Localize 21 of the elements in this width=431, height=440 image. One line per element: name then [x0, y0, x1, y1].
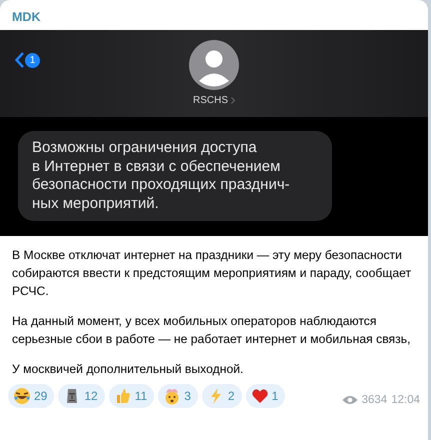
reaction-button[interactable]: 1	[246, 384, 286, 408]
reaction-button[interactable]: 29	[8, 384, 54, 408]
reaction-button[interactable]: 3	[158, 384, 198, 408]
post-time: 12:04	[391, 394, 420, 406]
channel-title[interactable]: MDK	[0, 0, 428, 30]
reaction-button[interactable]: 12	[58, 384, 105, 408]
message-bubble: Возможны ограничения доступа в Интернет в связи с обеспечением безопасности проходящих празднич- ных мероприятий.	[18, 131, 332, 221]
view-count: 3634	[362, 394, 388, 406]
laugh-icon	[13, 387, 31, 405]
back-icon	[15, 52, 24, 68]
post-paragraph: В Москве отключат интернет на праздники — эту меру безопасности собираются ввести к предстоящим мероприятиям и параду, сообщает РСЧС.	[12, 247, 412, 300]
sender-name: RSCHS	[192, 95, 228, 106]
eye-icon	[342, 395, 358, 405]
chevron-icon	[231, 97, 235, 104]
post-paragraph: На данный момент, у всех мобильных операторов наблюдаются серьезные сбои в работе — не работает интернет и мобильная связь,	[12, 313, 412, 348]
reaction-button[interactable]: 2	[202, 384, 242, 408]
unread-badge: 1	[25, 52, 40, 68]
post-paragraph: У москвичей дополнительный выходной.	[12, 361, 244, 378]
avatar-icon	[189, 40, 239, 90]
heart-icon	[250, 387, 269, 405]
reaction-button[interactable]: 11	[108, 384, 154, 408]
